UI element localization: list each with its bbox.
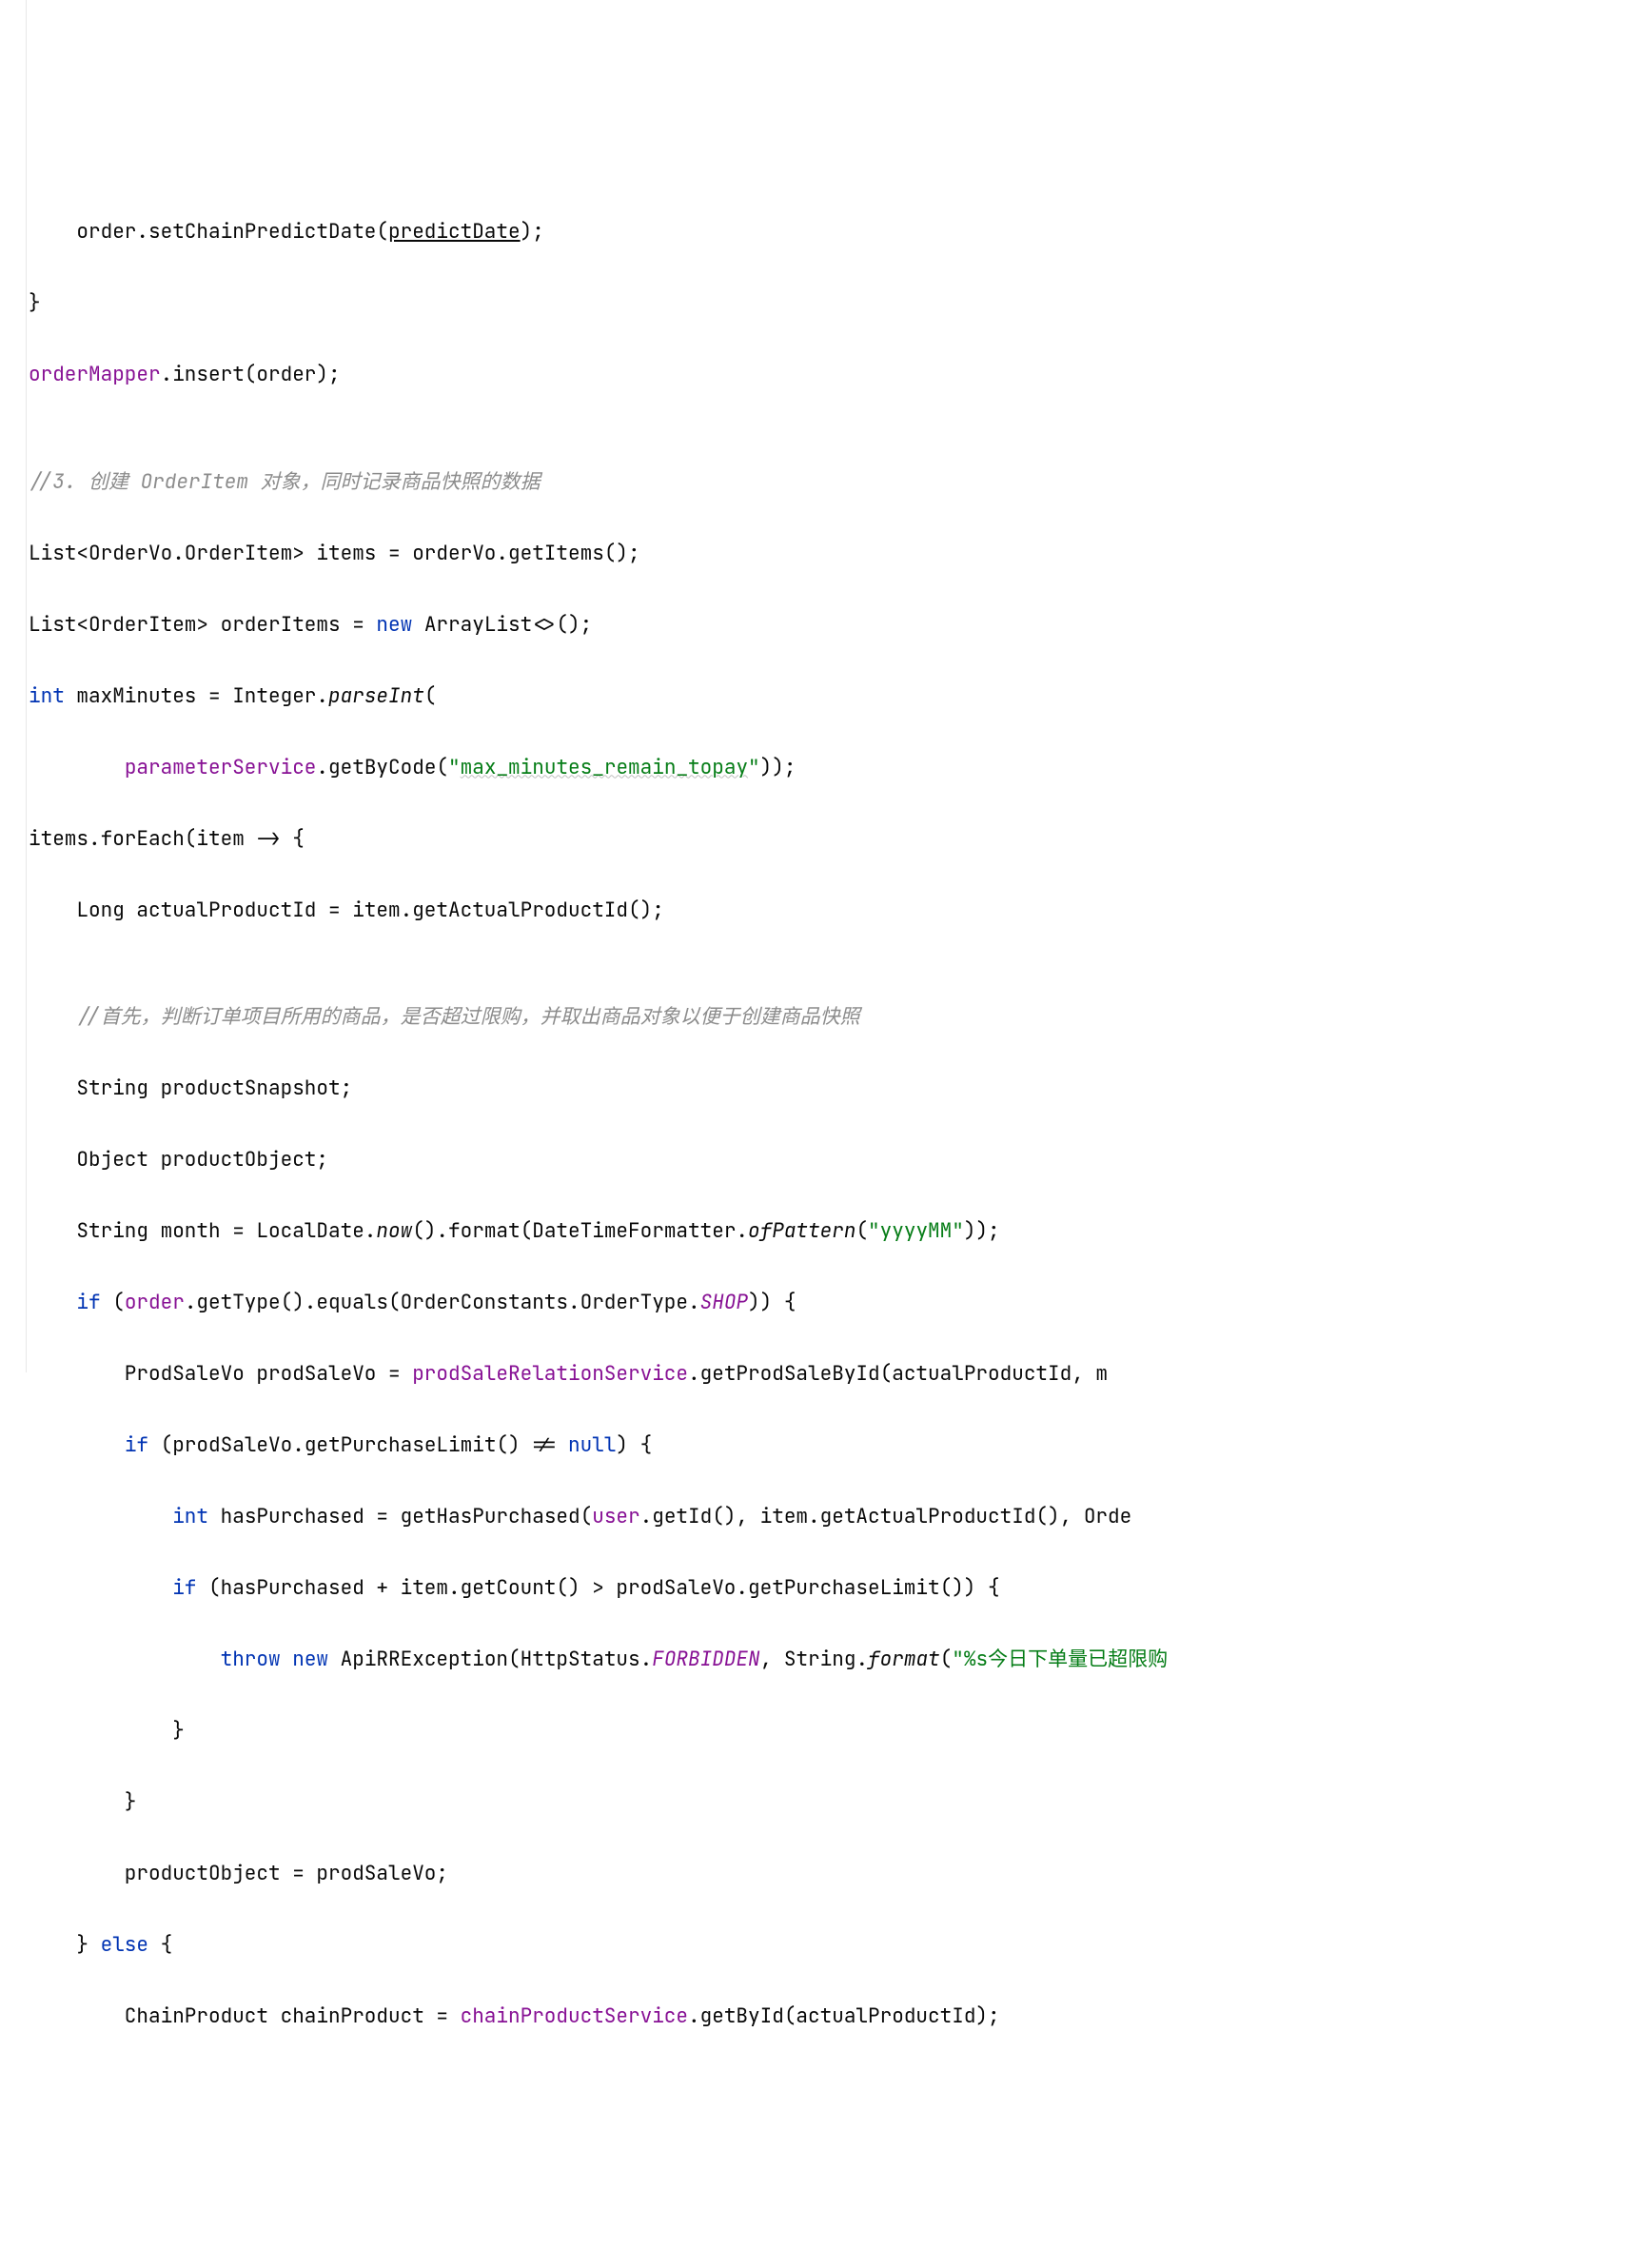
code-line[interactable]: //首先，判断订单项目所用的商品，是否超过限购，并取出商品对象以便于创建商品快照 [29, 999, 1652, 1036]
code-line[interactable]: int maxMinutes = Integer.parseInt( [29, 679, 1652, 715]
editor-gutter [0, 0, 27, 1372]
code-line[interactable]: } [29, 1713, 1652, 1749]
code-line[interactable]: items.forEach(item -> { [29, 821, 1652, 858]
code-line[interactable]: ProdSaleVo prodSaleVo = prodSaleRelation… [29, 1356, 1652, 1392]
code-line[interactable]: //3. 创建 OrderItem 对象，同时记录商品快照的数据 [29, 464, 1652, 501]
code-line[interactable]: int hasPurchased = getHasPurchased(user.… [29, 1499, 1652, 1535]
code-line[interactable]: if (order.getType().equals(OrderConstant… [29, 1285, 1652, 1321]
code-editor[interactable]: order.setChainPredictDate(predictDate); … [0, 179, 1652, 2071]
code-line[interactable]: parameterService.getByCode("max_minutes_… [29, 750, 1652, 786]
code-line[interactable]: order.setChainPredictDate(predictDate); [29, 214, 1652, 250]
code-line[interactable]: } [29, 1785, 1652, 1821]
code-line[interactable]: if (hasPurchased + item.getCount() > pro… [29, 1570, 1652, 1607]
code-line[interactable]: } [29, 286, 1652, 322]
code-line[interactable]: orderMapper.insert(order); [29, 357, 1652, 393]
code-line[interactable]: List<OrderVo.OrderItem> items = orderVo.… [29, 536, 1652, 572]
code-line[interactable]: String productSnapshot; [29, 1071, 1652, 1107]
code-line[interactable]: throw new ApiRRException(HttpStatus.FORB… [29, 1642, 1652, 1678]
code-line[interactable]: ChainProduct chainProduct = chainProduct… [29, 1999, 1652, 2035]
code-line[interactable]: } else { [29, 1927, 1652, 1963]
code-line[interactable]: Object productObject; [29, 1142, 1652, 1178]
code-line[interactable]: Long actualProductId = item.getActualPro… [29, 893, 1652, 929]
code-line[interactable]: productObject = prodSaleVo; [29, 1856, 1652, 1892]
code-line[interactable]: List<OrderItem> orderItems = new ArrayLi… [29, 607, 1652, 643]
code-line[interactable]: String month = LocalDate.now().format(Da… [29, 1213, 1652, 1250]
code-line[interactable]: if (prodSaleVo.getPurchaseLimit() != nul… [29, 1428, 1652, 1464]
